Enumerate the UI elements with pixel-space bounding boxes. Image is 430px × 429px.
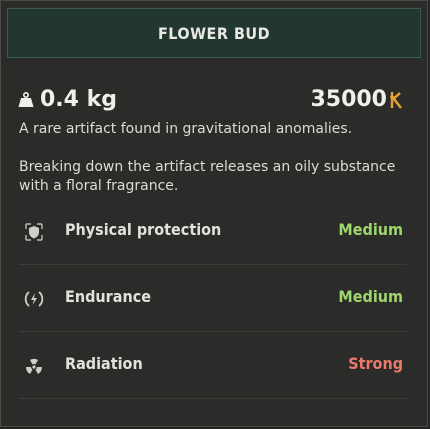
endurance-icon	[24, 291, 44, 307]
price-value: 35000	[310, 87, 387, 112]
property-value: Strong	[348, 354, 403, 373]
weight-icon	[18, 91, 34, 107]
weight-display: 0.4 kg	[17, 87, 117, 112]
radiation-icon	[25, 358, 43, 374]
property-label: Endurance	[65, 287, 151, 306]
property-label: Physical protection	[65, 220, 222, 239]
currency-icon	[390, 91, 402, 109]
property-value: Medium	[338, 220, 403, 239]
property-row-physical-protection: Physical protection Medium	[19, 198, 407, 265]
item-description: A rare artifact found in gravitational a…	[19, 121, 353, 137]
property-label: Radiation	[65, 354, 143, 373]
item-header: FLOWER BUD	[7, 8, 421, 58]
item-lore: Breaking down the artifact releases an o…	[19, 159, 396, 194]
shield-icon	[25, 223, 43, 241]
property-list: Physical protection Medium Endurance Med…	[19, 198, 407, 399]
property-row-endurance: Endurance Medium	[19, 265, 407, 332]
price-display: 35000	[310, 87, 403, 112]
weight-value: 0.4 kg	[40, 87, 118, 112]
property-value: Medium	[338, 287, 403, 306]
property-row-radiation: Radiation Strong	[19, 332, 407, 399]
item-stats: 0.4 kg 35000	[17, 87, 407, 117]
item-tooltip-panel: FLOWER BUD 0.4 kg 35000 A rare artifact …	[0, 0, 428, 427]
item-title: FLOWER BUD	[157, 23, 271, 43]
